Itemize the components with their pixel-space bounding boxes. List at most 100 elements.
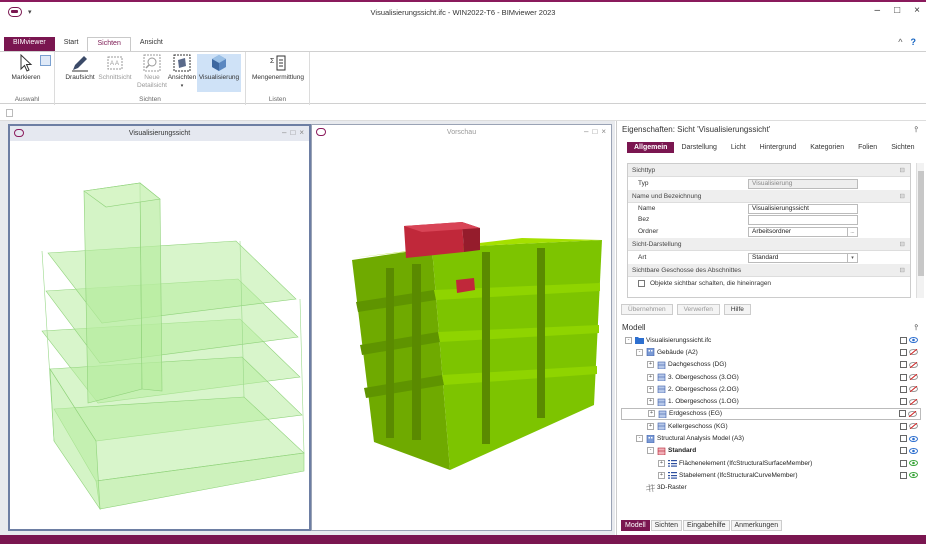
- node-checkbox[interactable]: [900, 385, 907, 393]
- maximize-button[interactable]: □: [894, 5, 900, 16]
- help-icon[interactable]: ?: [911, 37, 917, 47]
- node-checkbox[interactable]: [900, 336, 907, 344]
- minimize-icon[interactable]: –: [282, 128, 286, 137]
- eye-off-icon[interactable]: [909, 422, 918, 430]
- tree-node[interactable]: - Structural Analysis Model (A3): [621, 432, 921, 444]
- app-logo-icon[interactable]: [8, 7, 22, 17]
- ordner-field[interactable]: Arbeitsordner...: [748, 226, 858, 237]
- tree-node[interactable]: - Standard: [621, 445, 921, 457]
- close-icon[interactable]: ×: [299, 128, 304, 137]
- collapse-icon[interactable]: -: [647, 447, 654, 455]
- eye-off-icon[interactable]: [909, 349, 918, 356]
- mengenermittlung-button[interactable]: Σ Mengenermittlung: [248, 54, 308, 82]
- eye-off-icon[interactable]: [909, 398, 918, 406]
- close-button[interactable]: ×: [914, 5, 920, 16]
- viewport-visualisierungssicht[interactable]: Visualisierungssicht – □ ×: [8, 124, 311, 531]
- eye-off-icon[interactable]: [909, 385, 918, 393]
- hineinragen-checkbox[interactable]: [638, 280, 645, 287]
- pin-icon[interactable]: ⫯: [915, 125, 918, 135]
- tree-node[interactable]: +3. Obergeschoss (3.OG): [621, 371, 921, 383]
- collapse-icon[interactable]: -: [636, 435, 643, 443]
- neue-detailsicht-button[interactable]: Neue Detailsicht: [135, 54, 169, 90]
- tree-node[interactable]: + Dachgeschoss (DG): [621, 359, 921, 371]
- expand-icon[interactable]: +: [647, 361, 654, 369]
- eye-off-icon[interactable]: [909, 361, 918, 369]
- browse-button[interactable]: ...: [847, 227, 857, 236]
- schnittsicht-button[interactable]: A A Schnittsicht: [96, 54, 134, 82]
- restore-icon[interactable]: □: [290, 128, 295, 137]
- tree-node[interactable]: + Flächenelement (IfcStructuralSurfaceMem…: [621, 457, 921, 469]
- tab-kategorien[interactable]: Kategorien: [803, 142, 851, 153]
- section-sichttyp[interactable]: Sichttyp ⊟: [628, 164, 910, 177]
- tab-allgemein[interactable]: Allgemein: [627, 142, 675, 153]
- node-checkbox[interactable]: [900, 447, 907, 455]
- chevron-down-icon[interactable]: ▾: [847, 253, 857, 262]
- node-checkbox[interactable]: [900, 361, 907, 369]
- tab-bimviewer[interactable]: BIMviewer: [4, 37, 55, 51]
- tree-node[interactable]: - Gebäude (A2): [621, 346, 921, 358]
- ansichten-button[interactable]: Ansichten ▾: [167, 54, 197, 90]
- node-checkbox[interactable]: [900, 348, 907, 356]
- eye-off-icon[interactable]: [909, 373, 918, 381]
- tree-node[interactable]: - Visualisierungssicht.ifc: [621, 334, 921, 346]
- tab-licht[interactable]: Licht: [724, 142, 753, 153]
- eye-icon[interactable]: [909, 337, 918, 344]
- node-checkbox[interactable]: [900, 422, 907, 430]
- bez-field[interactable]: [748, 214, 858, 225]
- tree-node[interactable]: + Kellergeschoss (KG): [621, 420, 921, 432]
- node-checkbox[interactable]: [900, 471, 907, 479]
- tree-node[interactable]: +2. Obergeschoss (2.OG): [621, 383, 921, 395]
- hilfe-button[interactable]: Hilfe: [723, 304, 751, 315]
- eye-icon[interactable]: [909, 435, 918, 442]
- eye-icon[interactable]: [909, 472, 918, 479]
- verwerfen-button[interactable]: Verwerfen: [676, 304, 720, 315]
- name-field[interactable]: Visualisierungssicht: [748, 203, 858, 214]
- draufsicht-button[interactable]: Draufsicht: [62, 54, 98, 82]
- tab-start[interactable]: Start: [55, 37, 88, 51]
- select-mode-icon[interactable]: [40, 55, 51, 66]
- tab-modell[interactable]: Modell: [621, 520, 650, 531]
- tab-ansicht[interactable]: Ansicht: [131, 37, 172, 51]
- section-name-bezeichnung[interactable]: Name und Bezeichnung ⊟: [628, 190, 910, 203]
- properties-scrollbar[interactable]: [916, 163, 924, 298]
- collapse-icon[interactable]: -: [625, 336, 632, 344]
- minimize-button[interactable]: –: [875, 5, 881, 16]
- tab-anmerkungen[interactable]: Anmerkungen: [730, 520, 783, 531]
- node-checkbox[interactable]: [900, 435, 907, 443]
- eye-off-icon[interactable]: [908, 410, 917, 418]
- node-checkbox[interactable]: [899, 410, 906, 418]
- tab-folien[interactable]: Folien: [851, 142, 884, 153]
- tab-sichten[interactable]: Sichten: [884, 142, 921, 153]
- expand-icon[interactable]: +: [658, 459, 665, 467]
- tab-sichten[interactable]: Sichten: [87, 37, 131, 51]
- expand-icon[interactable]: +: [647, 422, 654, 430]
- expand-icon[interactable]: +: [647, 373, 654, 381]
- tree-node[interactable]: + Stabelement (IfcStructuralCurveMember): [621, 469, 921, 481]
- eye-icon[interactable]: [909, 460, 918, 467]
- viewport-vorschau[interactable]: Vorschau – □ ×: [311, 124, 612, 531]
- expand-icon[interactable]: +: [658, 471, 665, 479]
- node-checkbox[interactable]: [900, 459, 907, 467]
- expand-icon[interactable]: +: [647, 385, 654, 393]
- tab-hintergrund[interactable]: Hintergrund: [753, 142, 804, 153]
- tree-node[interactable]: + Erdgeschoss (EG): [621, 407, 921, 421]
- tab-darstellung[interactable]: Darstellung: [674, 142, 723, 153]
- restore-icon[interactable]: □: [592, 127, 597, 136]
- art-select[interactable]: Standard ▾: [748, 252, 858, 263]
- tree-node[interactable]: 3D-Raster: [621, 482, 921, 494]
- tree-node[interactable]: +1. Obergeschoss (1.OG): [621, 395, 921, 407]
- expand-icon[interactable]: +: [648, 410, 655, 418]
- pin-icon[interactable]: ⫯: [915, 323, 918, 333]
- close-icon[interactable]: ×: [601, 127, 606, 136]
- visualisierung-button[interactable]: Visualisierung: [197, 54, 241, 92]
- node-checkbox[interactable]: [900, 373, 907, 381]
- uebernehmen-button[interactable]: Übernehmen: [621, 304, 673, 315]
- tab-eingabehilfe[interactable]: Eingabehilfe: [682, 520, 730, 531]
- collapse-ribbon-icon[interactable]: ^: [898, 37, 902, 47]
- quick-access-menu[interactable]: ▾: [28, 8, 32, 16]
- section-sicht-darstellung[interactable]: Sicht-Darstellung ⊟: [628, 238, 910, 251]
- node-checkbox[interactable]: [900, 398, 907, 406]
- eye-icon[interactable]: [909, 447, 918, 454]
- tab-sichten-bottom[interactable]: Sichten: [650, 520, 682, 531]
- minimize-icon[interactable]: –: [584, 127, 588, 136]
